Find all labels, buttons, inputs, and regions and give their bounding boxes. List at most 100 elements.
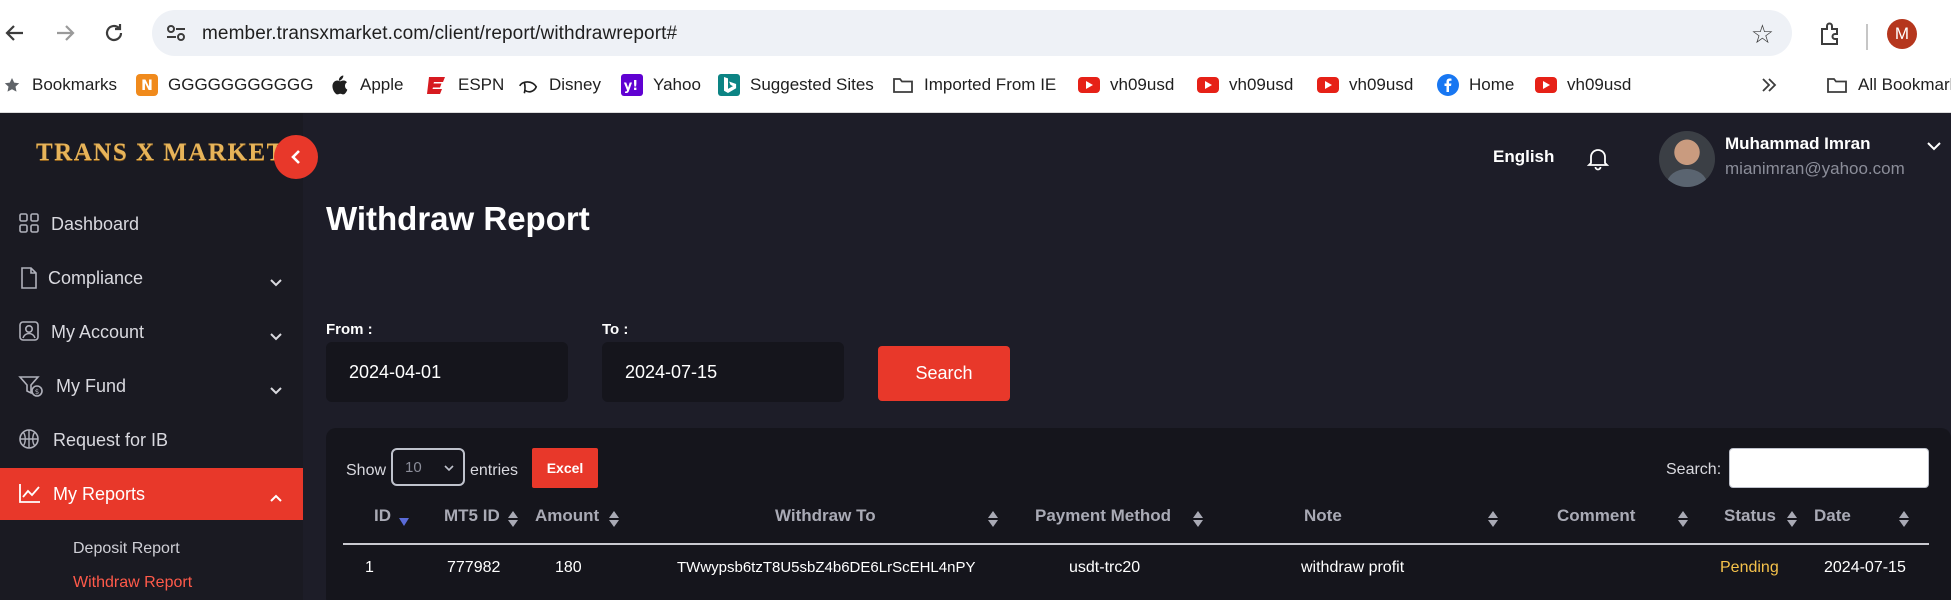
address-bar[interactable]: member.transxmarket.com/client/report/wi…: [152, 10, 1792, 56]
sidebar-item-my-account[interactable]: My Account: [0, 306, 303, 358]
bookmark-label: Suggested Sites: [750, 75, 874, 94]
all-bookmarks[interactable]: All Bookmarks: [1826, 70, 1951, 100]
dashboard-icon: [18, 212, 42, 236]
sidebar-item-dashboard[interactable]: Dashboard: [0, 198, 303, 250]
browser-toolbar: member.transxmarket.com/client/report/wi…: [0, 6, 1951, 60]
bookmarks-bar: Bookmarks N GGGGGGGGGGG Apple ESPN Disne…: [0, 70, 1951, 100]
sidebar-item-compliance[interactable]: Compliance: [0, 252, 303, 304]
column-header-id[interactable]: ID: [374, 506, 391, 526]
bookmark-label: vh09usd: [1567, 75, 1632, 94]
cell-date: 2024-07-15: [1824, 559, 1906, 576]
sort-icon[interactable]: [987, 509, 999, 529]
reload-icon[interactable]: [99, 18, 129, 48]
site-settings-icon[interactable]: [164, 21, 188, 45]
bookmark-label: Home: [1469, 75, 1515, 94]
bookmark-item[interactable]: vh09usd: [1535, 70, 1631, 100]
bookmark-item[interactable]: y! Yahoo: [621, 70, 701, 100]
bookmark-label: ESPN: [458, 75, 505, 94]
sidebar: TRANS X MARKETS Dashboard Compliance My …: [0, 113, 318, 600]
column-header-comment[interactable]: Comment: [1557, 506, 1635, 526]
bookmark-item[interactable]: vh09usd: [1078, 70, 1174, 100]
back-icon[interactable]: [0, 18, 30, 48]
user-email: mianimran@yahoo.com: [1725, 159, 1905, 178]
bing-icon: [718, 74, 740, 96]
youtube-icon: [1535, 74, 1557, 96]
bookmark-item[interactable]: Suggested Sites: [718, 70, 874, 100]
bookmark-star-icon[interactable]: ☆: [1751, 19, 1774, 50]
bookmark-item[interactable]: vh09usd: [1197, 70, 1293, 100]
espn-icon: [426, 74, 448, 96]
bookmark-item[interactable]: vh09usd: [1317, 70, 1413, 100]
bookmark-item[interactable]: Home: [1437, 70, 1514, 100]
sidebar-subitem-withdraw-report[interactable]: Withdraw Report: [73, 574, 192, 592]
entries-label: entries: [470, 462, 519, 479]
n-app-icon: N: [136, 74, 158, 96]
url-text: member.transxmarket.com/client/report/wi…: [202, 23, 678, 44]
to-label: To :: [602, 321, 629, 338]
column-header-date[interactable]: Date: [1814, 506, 1851, 526]
bell-icon[interactable]: [1585, 145, 1611, 171]
forward-icon[interactable]: [50, 18, 80, 48]
cell-withdraw-to: TWwypsb6tzT8U5sbZ4b6DE6LrScEHL4nPY: [677, 559, 976, 576]
search-button[interactable]: Search: [878, 346, 1010, 401]
excel-export-button[interactable]: Excel: [532, 448, 598, 488]
sidebar-item-label: Dashboard: [51, 213, 140, 234]
to-date-field[interactable]: 2024-07-15: [602, 342, 844, 402]
column-header-withdraw-to[interactable]: Withdraw To: [775, 506, 876, 526]
sort-icon[interactable]: [1677, 509, 1689, 529]
avatar[interactable]: [1659, 131, 1715, 187]
brand-logo[interactable]: TRANS X MARKETS: [36, 139, 300, 167]
column-header-payment-method[interactable]: Payment Method: [1035, 506, 1171, 526]
bookmark-item[interactable]: N GGGGGGGGGGG: [136, 70, 313, 100]
sort-icon[interactable]: [608, 509, 620, 529]
sidebar-item-request-for-ib[interactable]: Request for IB: [0, 414, 303, 466]
yahoo-icon: y!: [621, 74, 643, 96]
browser-chrome: member.transxmarket.com/client/report/wi…: [0, 0, 1951, 113]
bookmark-label: All Bookmarks: [1858, 75, 1951, 94]
table-search-input[interactable]: [1729, 448, 1929, 488]
extensions-icon[interactable]: [1816, 20, 1844, 48]
chevron-left-icon: [291, 150, 300, 164]
sidebar-item-label: Compliance: [48, 267, 144, 288]
entries-select[interactable]: 10: [391, 448, 465, 486]
basketball-icon: [18, 428, 42, 452]
cell-id: 1: [365, 559, 374, 576]
sidebar-item-my-reports[interactable]: My Reports: [0, 468, 303, 520]
bookmark-item[interactable]: Apple: [328, 70, 403, 100]
bookmark-item[interactable]: Bookmarks: [4, 70, 117, 100]
user-name[interactable]: Muhammad Imran: [1725, 134, 1870, 154]
bookmark-item[interactable]: ESPN: [426, 70, 504, 100]
sidebar-item-my-fund[interactable]: $ My Fund: [0, 360, 303, 412]
more-bookmarks-chevron-icon[interactable]: [1760, 70, 1778, 100]
sort-icon[interactable]: [1786, 509, 1798, 529]
bookmark-item[interactable]: Imported From IE: [892, 70, 1056, 100]
sidebar-collapse-button[interactable]: [274, 135, 318, 179]
status-badge: Pending: [1720, 559, 1779, 576]
chevron-down-icon: [268, 382, 284, 398]
cell-note: withdraw profit: [1301, 559, 1405, 576]
column-header-note[interactable]: Note: [1304, 506, 1342, 526]
column-header-mt5-id[interactable]: MT5 ID: [444, 506, 500, 526]
chevron-down-icon[interactable]: [1925, 137, 1943, 155]
column-header-status[interactable]: Status: [1724, 506, 1776, 526]
sort-desc-icon[interactable]: [398, 509, 410, 529]
bookmark-item[interactable]: Disney: [517, 70, 601, 100]
sidebar-subitem-deposit-report[interactable]: Deposit Report: [73, 540, 180, 558]
sort-icon[interactable]: [1898, 509, 1910, 529]
chevron-up-icon: [268, 490, 284, 506]
column-header-amount[interactable]: Amount: [535, 506, 599, 526]
facebook-icon: [1437, 74, 1459, 96]
sidebar-item-label: My Fund: [56, 375, 127, 396]
from-date-field[interactable]: 2024-04-01: [326, 342, 568, 402]
sort-icon[interactable]: [507, 509, 519, 529]
bookmark-label: Yahoo: [653, 75, 701, 94]
sort-icon[interactable]: [1487, 509, 1499, 529]
table-search-label: Search:: [1666, 461, 1722, 478]
chevron-down-icon: [268, 274, 284, 290]
sidebar-item-label: My Account: [51, 321, 145, 342]
language-selector[interactable]: English: [1493, 147, 1554, 167]
cell-amount: 180: [555, 559, 582, 576]
profile-avatar[interactable]: M: [1887, 19, 1917, 49]
bookmark-label: Imported From IE: [924, 75, 1057, 94]
sort-icon[interactable]: [1192, 509, 1204, 529]
